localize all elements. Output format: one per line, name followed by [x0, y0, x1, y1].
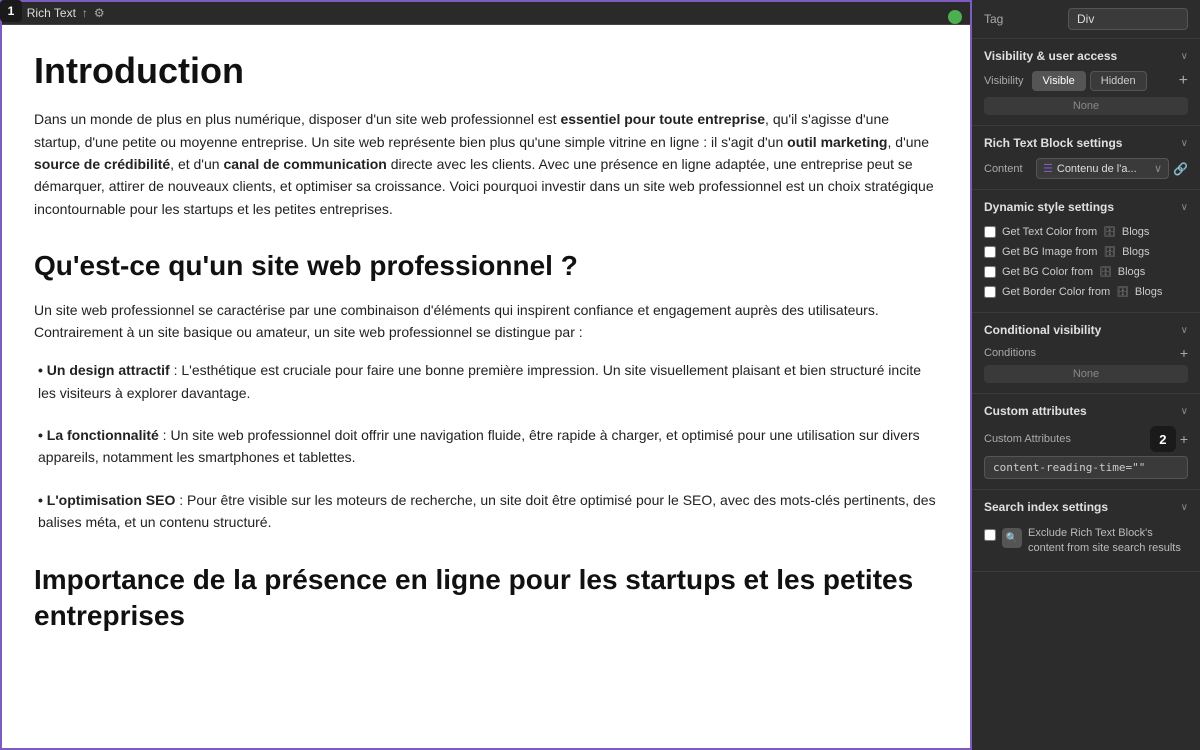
- content-value: Contenu de l'a...: [1057, 163, 1137, 175]
- right-panel: Tag Div Section Article Span Visibility …: [972, 0, 1200, 750]
- search-index-title: Search index settings: [984, 500, 1108, 514]
- section-dynamic-header: Dynamic style settings ∨: [984, 200, 1188, 214]
- dynamic-db-name-1: Blogs: [1122, 226, 1150, 238]
- custom-attr-value[interactable]: content-reading-time="": [984, 456, 1188, 479]
- visible-button[interactable]: Visible: [1032, 71, 1086, 91]
- section-custom-attributes: Custom attributes ∨ Custom Attributes 2 …: [972, 394, 1200, 490]
- dynamic-db-icon-2: 🗄: [1103, 247, 1116, 258]
- dynamic-db-icon-1: 🗄: [1103, 227, 1116, 238]
- tag-label: Tag: [984, 12, 1003, 26]
- bullet-3: • L'optimisation SEO : Pour être visible…: [34, 489, 938, 534]
- dynamic-db-name-2: Blogs: [1122, 246, 1150, 258]
- conditions-none-badge: None: [984, 365, 1188, 383]
- main-content: ☰ Rich Text ↑ ⚙ Introduction Dans un mon…: [0, 0, 972, 750]
- article-paragraph-2: Un site web professionnel se caractérise…: [34, 299, 938, 344]
- step-badge-1: 1: [0, 0, 22, 22]
- article-paragraph-1: Dans un monde de plus en plus numérique,…: [34, 108, 938, 220]
- search-index-row: 🔍 Exclude Rich Text Block's content from…: [984, 522, 1188, 561]
- conditions-row: Conditions +: [984, 345, 1188, 361]
- dynamic-checkbox-2: Get BG Image from 🗄 Blogs: [984, 242, 1188, 262]
- section-rich-text-header: Rich Text Block settings ∨: [984, 136, 1188, 150]
- content-row: Content ☰ Contenu de l'a... ∨ 🔗: [984, 158, 1188, 179]
- visibility-none-badge: None: [984, 97, 1188, 115]
- search-index-icon: 🔍: [1002, 528, 1022, 548]
- dynamic-db-icon-3: 🗄: [1099, 267, 1112, 278]
- dynamic-label-2: Get BG Image from: [1002, 246, 1097, 258]
- rich-text-block-title: Rich Text Block settings: [984, 136, 1122, 150]
- dynamic-style-title: Dynamic style settings: [984, 200, 1114, 214]
- conditions-label: Conditions: [984, 347, 1036, 359]
- dynamic-db-name-4: Blogs: [1135, 286, 1163, 298]
- bullet-1: • Un design attractif : L'esthétique est…: [34, 359, 938, 404]
- conditional-chevron[interactable]: ∨: [1181, 325, 1188, 336]
- rich-text-chevron[interactable]: ∨: [1181, 138, 1188, 149]
- dynamic-checkbox-1-input[interactable]: [984, 226, 996, 238]
- section-conditional: Conditional visibility ∨ Conditions + No…: [972, 313, 1200, 394]
- visibility-title: Visibility & user access: [984, 49, 1117, 63]
- dynamic-checkbox-1: Get Text Color from 🗄 Blogs: [984, 222, 1188, 242]
- dynamic-checkbox-3: Get BG Color from 🗄 Blogs: [984, 262, 1188, 282]
- tag-row: Tag Div Section Article Span: [972, 0, 1200, 39]
- content-icon: ☰: [1043, 162, 1053, 175]
- element-label: Rich Text: [27, 6, 76, 20]
- tag-select[interactable]: Div Section Article Span: [1068, 8, 1188, 30]
- conditional-title: Conditional visibility: [984, 323, 1101, 337]
- dynamic-label-1: Get Text Color from: [1002, 226, 1097, 238]
- content-chevron: ∨: [1154, 162, 1162, 175]
- dynamic-checkbox-4: Get Border Color from 🗄 Blogs: [984, 282, 1188, 302]
- dynamic-db-name-3: Blogs: [1118, 266, 1146, 278]
- toolbar: ☰ Rich Text ↑ ⚙: [2, 2, 970, 25]
- article-heading-3: Importance de la présence en ligne pour …: [34, 562, 938, 635]
- section-dynamic-style: Dynamic style settings ∨ Get Text Color …: [972, 190, 1200, 313]
- section-custom-header: Custom attributes ∨: [984, 404, 1188, 418]
- article-body: Introduction Dans un monde de plus en pl…: [2, 25, 970, 672]
- search-index-checkbox[interactable]: [984, 529, 996, 541]
- article-heading-1: Introduction: [34, 49, 938, 92]
- dynamic-label-4: Get Border Color from: [1002, 286, 1110, 298]
- dynamic-style-chevron[interactable]: ∨: [1181, 202, 1188, 213]
- section-search-index: Search index settings ∨ 🔍 Exclude Rich T…: [972, 490, 1200, 572]
- hidden-button[interactable]: Hidden: [1090, 71, 1147, 91]
- search-index-chevron[interactable]: ∨: [1181, 502, 1188, 513]
- section-search-header: Search index settings ∨: [984, 500, 1188, 514]
- add-condition-button[interactable]: +: [1180, 345, 1188, 361]
- custom-attr-label: Custom Attributes: [984, 433, 1071, 445]
- bullet-2: • La fonctionnalité : Un site web profes…: [34, 424, 938, 469]
- add-visibility-button[interactable]: +: [1179, 72, 1188, 90]
- link-icon[interactable]: 🔗: [1173, 162, 1188, 176]
- gear-icon[interactable]: ⚙: [94, 6, 105, 20]
- custom-attr-row: Custom Attributes 2 +: [984, 426, 1188, 452]
- visibility-chevron[interactable]: ∨: [1181, 51, 1188, 62]
- section-visibility-header: Visibility & user access ∨: [984, 49, 1188, 63]
- dynamic-checkbox-2-input[interactable]: [984, 246, 996, 258]
- content-label: Content: [984, 163, 1032, 175]
- green-dot: [948, 10, 962, 24]
- step-badge-2-inline: 2: [1150, 426, 1176, 452]
- section-rich-text: Rich Text Block settings ∨ Content ☰ Con…: [972, 126, 1200, 190]
- article-heading-2: Qu'est-ce qu'un site web professionnel ?: [34, 248, 938, 284]
- custom-attributes-title: Custom attributes: [984, 404, 1087, 418]
- dynamic-checkbox-4-input[interactable]: [984, 286, 996, 298]
- visibility-buttons-row: Visibility Visible Hidden +: [984, 71, 1188, 91]
- custom-attributes-chevron[interactable]: ∨: [1181, 406, 1188, 417]
- content-select-box[interactable]: ☰ Contenu de l'a... ∨: [1036, 158, 1169, 179]
- dynamic-label-3: Get BG Color from: [1002, 266, 1093, 278]
- up-icon[interactable]: ↑: [82, 6, 88, 20]
- section-visibility: Visibility & user access ∨ Visibility Vi…: [972, 39, 1200, 126]
- dynamic-checkbox-3-input[interactable]: [984, 266, 996, 278]
- search-index-description: Exclude Rich Text Block's content from s…: [1028, 526, 1188, 557]
- visibility-label: Visibility: [984, 75, 1024, 87]
- dynamic-db-icon-4: 🗄: [1116, 287, 1129, 298]
- section-conditional-header: Conditional visibility ∨: [984, 323, 1188, 337]
- add-custom-attr-button[interactable]: +: [1180, 431, 1188, 447]
